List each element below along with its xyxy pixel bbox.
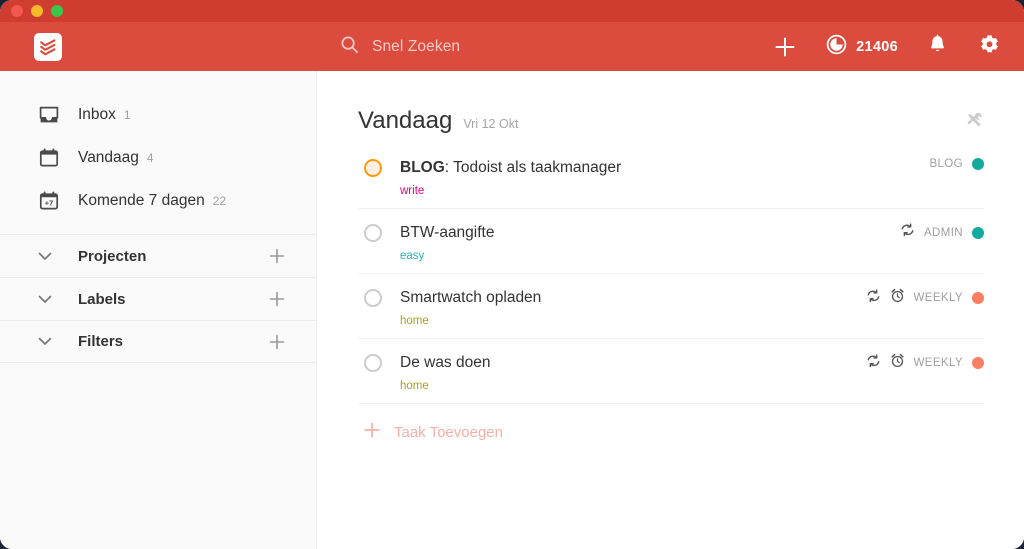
page-header: Vandaag Vri 12 Okt: [358, 71, 984, 144]
add-task-label: Taak Toevoegen: [394, 424, 503, 441]
bell-icon: [928, 34, 947, 60]
sidebar-section-labels[interactable]: Labels: [0, 277, 316, 320]
zoom-button[interactable]: [51, 5, 63, 17]
sidebar-section-label: Projecten: [78, 247, 147, 265]
todoist-logo[interactable]: [34, 32, 62, 61]
task-label[interactable]: home: [400, 315, 984, 328]
close-button[interactable]: [11, 5, 23, 17]
sidebar-item-label: Vandaag: [78, 148, 139, 166]
sidebar-item-label: Komende 7 dagen: [78, 191, 205, 209]
table-row[interactable]: BTW-aangifte easy ADMIN: [358, 209, 984, 274]
task-title-prefix: BLOG: [400, 159, 445, 176]
chevron-down-icon[interactable]: [38, 337, 62, 346]
sidebar-section-label: Filters: [78, 333, 124, 350]
add-label-button[interactable]: [269, 291, 285, 307]
minimize-button[interactable]: [31, 5, 43, 17]
task-project-name[interactable]: ADMIN: [924, 227, 963, 239]
task-checkbox[interactable]: [364, 224, 382, 242]
app-window: Snel Zoeken 21406 Inbox 1 Vandaag 4 +7 K…: [0, 0, 1024, 549]
task-project-name[interactable]: WEEKLY: [914, 357, 963, 369]
task-project-dot: [972, 158, 984, 170]
task-meta: WEEKLY: [866, 353, 984, 373]
task-label[interactable]: home: [400, 380, 984, 393]
task-meta: ADMIN: [900, 223, 984, 242]
sidebar: Inbox 1 Vandaag 4 +7 Komende 7 dagen 22 …: [0, 71, 317, 549]
tools-icon[interactable]: [965, 111, 984, 135]
inbox-icon: [38, 104, 62, 126]
task-project-dot: [972, 226, 984, 239]
add-filter-button[interactable]: [269, 334, 285, 350]
calendar-7-icon-text: +7: [45, 198, 53, 207]
task-title: BLOG: Todoist als taakmanager: [400, 159, 621, 176]
calendar-7-icon: +7: [38, 190, 62, 212]
sidebar-section-filters[interactable]: Filters: [0, 320, 316, 363]
task-title: Smartwatch opladen: [400, 289, 542, 306]
task-project-name[interactable]: WEEKLY: [914, 292, 963, 304]
task-checkbox[interactable]: [364, 159, 382, 177]
task-checkbox[interactable]: [364, 354, 382, 372]
task-meta: WEEKLY: [866, 288, 984, 308]
toolbar-actions: 21406: [758, 22, 1024, 71]
table-row[interactable]: BLOG: Todoist als taakmanager write BLOG: [358, 144, 984, 209]
alarm-clock-icon: [890, 353, 905, 373]
sidebar-item-komende-7-dagen[interactable]: +7 Komende 7 dagen 22: [0, 179, 316, 222]
task-project-dot: [972, 357, 984, 369]
karma-icon: [826, 34, 847, 60]
sidebar-section-projecten[interactable]: Projecten: [0, 234, 316, 277]
sidebar-item-count: 22: [212, 193, 227, 208]
task-project-name[interactable]: BLOG: [929, 158, 963, 170]
calendar-icon: [38, 147, 62, 169]
task-title: BTW-aangifte: [400, 224, 495, 241]
search-bar[interactable]: Snel Zoeken: [340, 35, 460, 59]
task-meta: BLOG: [929, 158, 984, 170]
recurring-icon: [900, 223, 915, 242]
task-label[interactable]: write: [400, 185, 984, 198]
gear-icon: [979, 34, 1000, 60]
search-icon: [340, 35, 359, 59]
chevron-down-icon[interactable]: [38, 295, 62, 304]
search-input[interactable]: Snel Zoeken: [372, 38, 460, 56]
task-list-panel: Vandaag Vri 12 Okt BLOG: Todoist als taa…: [317, 71, 1024, 549]
task-checkbox[interactable]: [364, 289, 382, 307]
recurring-icon: [866, 353, 881, 373]
karma-button[interactable]: 21406: [812, 34, 912, 60]
page-subtitle: Vri 12 Okt: [463, 117, 519, 131]
plus-icon: [364, 422, 380, 443]
task-title-rest: : Todoist als taakmanager: [444, 159, 622, 176]
settings-button[interactable]: [963, 22, 1024, 71]
sidebar-item-inbox[interactable]: Inbox 1: [0, 93, 316, 136]
recurring-icon: [866, 288, 881, 308]
add-task-row[interactable]: Taak Toevoegen: [358, 404, 984, 443]
page-title: Vandaag: [358, 107, 453, 134]
sidebar-item-vandaag[interactable]: Vandaag 4: [0, 136, 316, 179]
task-title: De was doen: [400, 354, 491, 371]
table-row[interactable]: Smartwatch opladen home WEEKLY: [358, 274, 984, 339]
notifications-button[interactable]: [912, 22, 963, 71]
chevron-down-icon[interactable]: [38, 252, 62, 261]
alarm-clock-icon: [890, 288, 905, 308]
sidebar-item-count: 1: [123, 107, 131, 122]
task-project-dot: [972, 292, 984, 304]
sidebar-section-label: Labels: [78, 290, 126, 308]
add-task-button[interactable]: [758, 22, 812, 71]
karma-value: 21406: [856, 38, 898, 55]
sidebar-item-count: 4: [146, 150, 154, 165]
add-project-button[interactable]: [269, 248, 285, 264]
sidebar-item-label: Inbox: [78, 105, 116, 123]
titlebar: [0, 0, 1024, 22]
app-body: Inbox 1 Vandaag 4 +7 Komende 7 dagen 22 …: [0, 71, 1024, 549]
table-row[interactable]: De was doen home WEEKLY: [358, 339, 984, 404]
app-toolbar: Snel Zoeken 21406: [0, 22, 1024, 71]
task-label[interactable]: easy: [400, 250, 984, 263]
